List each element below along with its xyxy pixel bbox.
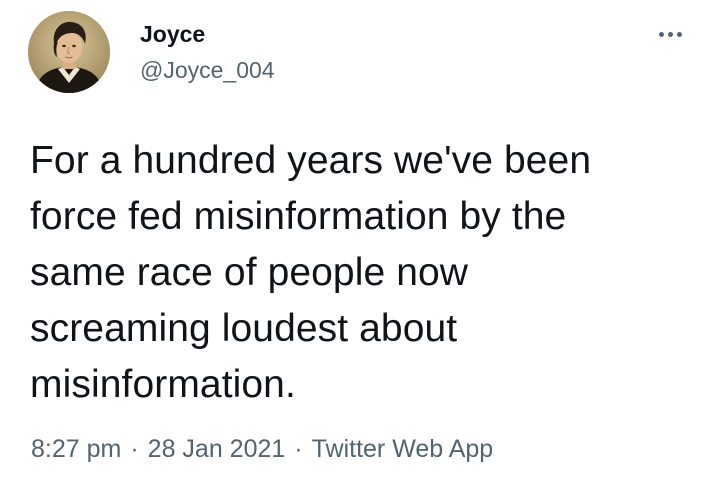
avatar[interactable]: [28, 11, 110, 93]
tweet-text: For a hundred years we've been force fed…: [30, 139, 592, 406]
tweet-date[interactable]: 28 Jan 2021: [148, 435, 286, 463]
portrait-avatar-icon: [28, 11, 110, 93]
more-options-button[interactable]: [648, 22, 692, 46]
author-handle[interactable]: @Joyce_004: [140, 56, 275, 84]
more-horizontal-icon-dot: [667, 31, 673, 37]
tweet-time[interactable]: 8:27 pm: [31, 435, 121, 463]
more-horizontal-icon-dot: [676, 31, 682, 37]
more-horizontal-icon: [658, 31, 664, 37]
meta-separator: ·: [294, 435, 303, 463]
tweet-source[interactable]: Twitter Web App: [312, 435, 494, 463]
tweet-metadata: 8:27 pm · 28 Jan 2021 · Twitter Web App: [31, 434, 493, 464]
tweet-card: Joyce @Joyce_004 For a hundred years we'…: [0, 0, 720, 483]
meta-separator: ·: [130, 435, 139, 463]
author-display-name[interactable]: Joyce: [140, 20, 275, 48]
author-info: Joyce @Joyce_004: [140, 20, 275, 84]
